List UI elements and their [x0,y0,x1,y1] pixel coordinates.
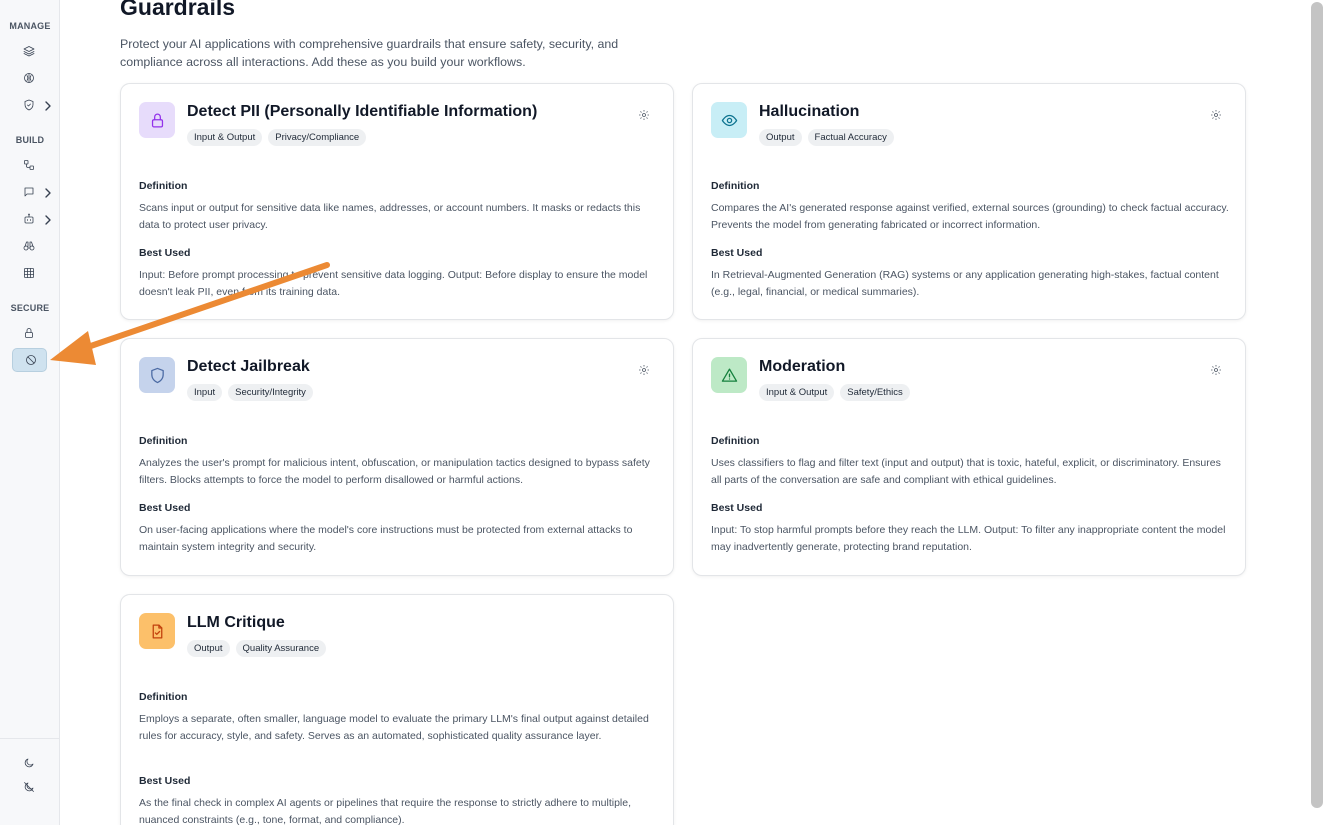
best-used-heading: Best Used [711,247,763,259]
card-tags: Input & Output Privacy/Compliance [187,129,367,146]
best-used-heading: Best Used [711,502,763,514]
card-tags: Input Security/Integrity [187,384,313,401]
moon-icon [24,758,34,768]
guardrail-card-llm-critique[interactable]: LLM Critique Output Quality Assurance De… [120,594,674,825]
settings-gear-icon[interactable] [1210,108,1222,120]
card-title: Moderation [759,358,846,375]
card-title: Detect PII (Personally Identifiable Info… [187,103,538,120]
card-icon-box [711,357,747,393]
card-tags: Output Quality Assurance [187,640,327,657]
best-used-text: Input: To stop harmful prompts before th… [711,524,1226,553]
guardrail-card-detect-jailbreak[interactable]: Detect Jailbreak Input Security/Integrit… [120,338,674,576]
section-label-secure: SECURE [10,303,50,313]
tag-badge: Input & Output [759,384,835,401]
chevron-right-icon [44,186,52,198]
definition-text: Compares the AI's generated response aga… [711,202,1229,231]
sidebar-item-guardrails[interactable] [12,348,47,372]
definition-heading: Definition [139,691,188,703]
tag-badge: Input [187,384,223,401]
definition-text: Employs a separate, often smaller, langu… [139,713,649,742]
chat-icon [24,187,34,197]
card-tags: Output Factual Accuracy [759,129,894,146]
settings-gear-icon[interactable] [1210,363,1222,375]
guardrail-card-moderation[interactable]: Moderation Input & Output Safety/Ethics … [692,338,1246,576]
shield-icon [150,367,164,383]
layers-icon [23,46,35,57]
sidebar-item-chat[interactable] [14,181,51,203]
workflow-icon [24,160,34,170]
tag-badge: Safety/Ethics [840,384,910,401]
definition-text: Analyzes the user's prompt for malicious… [139,457,650,486]
model-icon [24,73,34,83]
sidebar-item-models[interactable] [14,67,46,89]
tag-badge: Quality Assurance [235,640,327,657]
card-title: Detect Jailbreak [187,358,310,375]
binoculars-icon [23,241,35,251]
best-used-text: On user-facing applications where the mo… [139,524,633,553]
theme-off-button[interactable] [14,776,46,798]
lock-icon [25,328,33,338]
sidebar-item-policies[interactable] [14,94,51,116]
main-content: Guardrails Protect your AI applications … [60,0,1310,825]
shield-check-icon [24,99,34,111]
sidebar-divider [0,738,60,739]
card-title: Hallucination [759,103,860,120]
card-tags: Input & Output Safety/Ethics [759,384,910,401]
moon-off-icon [24,782,34,792]
best-used-heading: Best Used [139,247,191,259]
guardrail-card-hallucination[interactable]: Hallucination Output Factual Accuracy De… [692,83,1246,320]
sidebar-item-explore[interactable] [14,235,46,257]
sidebar-item-agents[interactable] [14,208,51,230]
card-icon-box [139,357,175,393]
tag-badge: Output [759,129,802,146]
sidebar: MANAGE BUILD SECURE [0,0,60,825]
ban-icon [26,355,36,365]
definition-text: Uses classifiers to flag and filter text… [711,457,1221,486]
page-description: Protect your AI applications with compre… [120,37,619,69]
scrollbar-thumb[interactable] [1311,2,1323,808]
best-used-text: In Retrieval-Augmented Generation (RAG) … [711,269,1219,298]
page-title: Guardrails [120,0,236,20]
guardrail-card-detect-pii[interactable]: Detect PII (Personally Identifiable Info… [120,83,674,320]
grid-icon [24,268,34,278]
tag-badge: Output [187,640,230,657]
tag-badge: Input & Output [187,129,263,146]
section-label-manage: MANAGE [9,21,51,31]
card-title: LLM Critique [187,614,285,631]
section-label-build: BUILD [15,135,45,145]
definition-text: Scans input or output for sensitive data… [139,202,641,231]
settings-gear-icon[interactable] [638,108,650,120]
sidebar-item-workflows[interactable] [14,154,46,176]
definition-heading: Definition [139,435,188,447]
lock-icon [151,113,163,128]
chevron-right-icon [44,213,52,225]
best-used-heading: Best Used [139,502,191,514]
tag-badge: Factual Accuracy [807,129,894,146]
card-icon-box [711,102,747,138]
definition-heading: Definition [711,180,760,192]
best-used-text: As the final check in complex AI agents … [139,797,632,825]
sidebar-item-tables[interactable] [14,262,46,284]
card-icon-box [139,613,175,649]
warning-triangle-icon [721,367,737,382]
theme-toggle-button[interactable] [14,752,46,774]
definition-heading: Definition [711,435,760,447]
bot-icon [24,213,34,224]
sidebar-item-access[interactable] [14,322,46,344]
definition-heading: Definition [139,180,188,192]
settings-gear-icon[interactable] [638,363,650,375]
best-used-heading: Best Used [139,775,191,787]
eye-icon [721,114,737,126]
tag-badge: Security/Integrity [228,384,313,401]
file-check-icon [152,623,162,639]
tag-badge: Privacy/Compliance [268,129,367,146]
card-icon-box [139,102,175,138]
best-used-text: Input: Before prompt processing to preve… [139,269,648,298]
sidebar-item-layers[interactable] [14,40,46,62]
chevron-right-icon [44,99,52,111]
